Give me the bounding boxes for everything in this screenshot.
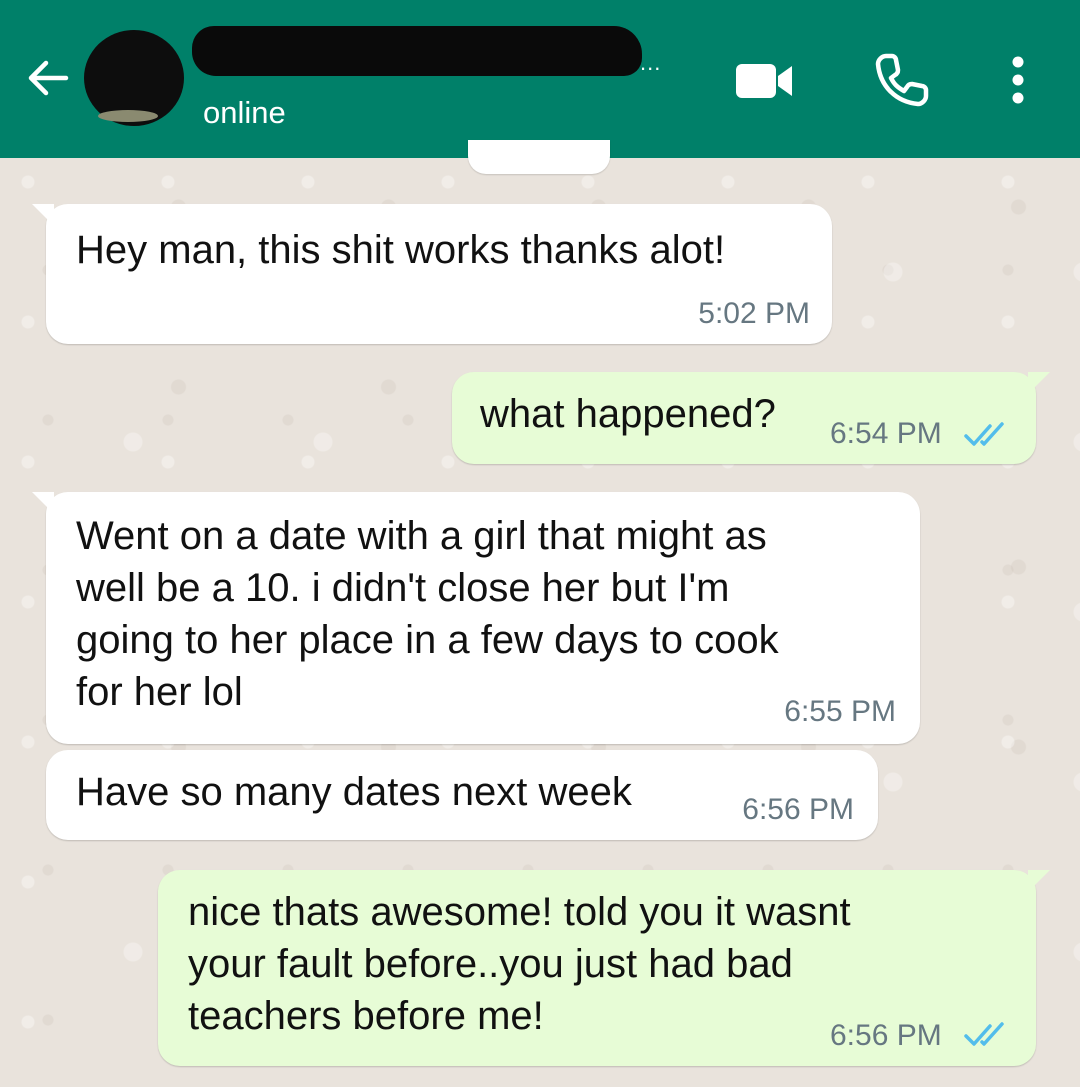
more-vertical-icon[interactable] [1000, 50, 1036, 110]
contact-name-redacted[interactable] [192, 26, 642, 76]
message-bubble-outgoing[interactable]: what happened? 6:54 PM [452, 372, 1050, 464]
message-text: what happened? [480, 392, 776, 436]
chat-header: ... online [0, 0, 1080, 158]
message-text: Went on a date with a girl that might as… [76, 514, 779, 714]
phone-icon[interactable] [872, 50, 932, 110]
bubble-tail [32, 492, 54, 514]
message-bubble-incoming[interactable]: Hey man, this shit works thanks alot! 5:… [32, 204, 832, 344]
message-time: 6:55 PM [784, 695, 896, 728]
arrow-back-icon[interactable] [18, 50, 74, 106]
message-time: 6:56 PM [830, 1019, 942, 1052]
bubble-tail [32, 204, 54, 226]
video-camera-icon[interactable] [732, 52, 796, 108]
message-text: Have so many dates next week [76, 770, 632, 814]
bubble-tail [1028, 372, 1050, 394]
message-time: 5:02 PM [698, 297, 810, 330]
message-text: Hey man, this shit works thanks alot! [76, 228, 726, 272]
double-check-icon [964, 422, 1004, 446]
bubble-tail [1028, 870, 1050, 892]
contact-name-ellipsis: ... [640, 50, 662, 75]
message-time: 6:56 PM [742, 793, 854, 826]
message-text: nice thats awesome! told you it wasnt yo… [188, 890, 851, 1038]
contact-status: online [203, 95, 286, 130]
message-bubble-outgoing[interactable]: nice thats awesome! told you it wasnt yo… [158, 870, 1050, 1066]
double-check-icon [964, 1022, 1004, 1046]
contact-avatar[interactable] [84, 30, 184, 126]
partial-message-bubble [468, 140, 610, 174]
message-bubble-incoming[interactable]: Have so many dates next week 6:56 PM [46, 750, 878, 840]
message-bubble-incoming[interactable]: Went on a date with a girl that might as… [32, 492, 920, 744]
message-time: 6:54 PM [830, 417, 942, 450]
